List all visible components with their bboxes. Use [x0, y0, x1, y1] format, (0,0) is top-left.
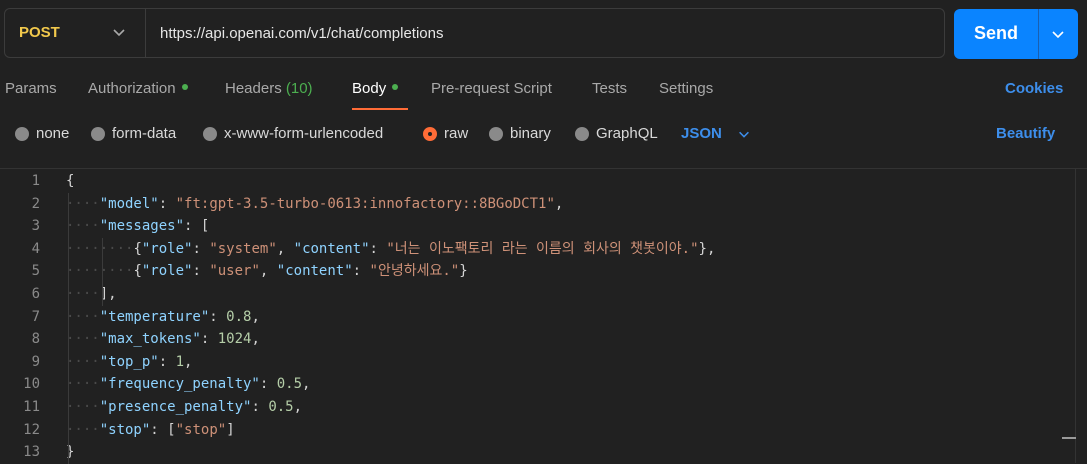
- line-number: 9: [31, 353, 40, 370]
- line-number: 2: [31, 195, 40, 212]
- scroll-marker: [1062, 437, 1076, 439]
- code-text: ····"messages": [: [66, 218, 210, 235]
- request-bar: POST: [4, 8, 945, 58]
- format-select[interactable]: JSON: [681, 125, 722, 142]
- line-number: 8: [31, 331, 40, 348]
- code-line[interactable]: 5 ········{"role": "user", "content": "안녕…: [0, 260, 1060, 282]
- line-number: 11: [23, 399, 40, 415]
- send-button[interactable]: Send: [954, 9, 1078, 59]
- radio-label-graphql[interactable]: GraphQL: [596, 125, 658, 142]
- line-number: 3: [31, 218, 40, 235]
- code-line[interactable]: 1{: [0, 170, 1060, 192]
- code-text: ····"stop": ["stop"]: [66, 421, 235, 438]
- radio-label-form-data[interactable]: form-data: [112, 125, 176, 142]
- code-text: ····"temperature": 0.8,: [66, 308, 260, 325]
- code-line[interactable]: 8 ····"max_tokens": 1024,: [0, 328, 1060, 350]
- cookies-link[interactable]: Cookies: [1005, 80, 1063, 97]
- code-text: {: [66, 173, 75, 189]
- status-dot: [392, 84, 399, 91]
- line-number: 4: [31, 240, 40, 257]
- radio-label-x-www-form-urlencoded[interactable]: x-www-form-urlencoded: [224, 125, 383, 142]
- divider: [145, 9, 146, 57]
- code-text: ········{"role": "user", "content": "안녕하…: [66, 263, 468, 280]
- chevron-down-icon[interactable]: [111, 24, 127, 40]
- radio-none[interactable]: [15, 127, 29, 141]
- radio-binary[interactable]: [489, 127, 503, 141]
- code-line[interactable]: 4 ········{"role": "system", "content": "…: [0, 238, 1060, 260]
- code-line[interactable]: 12 ····"stop": ["stop"]: [0, 419, 1060, 441]
- tab-tests[interactable]: Tests: [592, 80, 627, 97]
- tab-label: Params: [5, 80, 57, 97]
- line-number: 7: [31, 308, 40, 325]
- indent-guide: [101, 237, 103, 306]
- code-line[interactable]: 13}: [0, 441, 1060, 463]
- url-input[interactable]: [160, 22, 920, 44]
- active-tab-indicator: [352, 108, 408, 110]
- method-select[interactable]: POST: [19, 24, 60, 41]
- code-line[interactable]: 6 ····],: [0, 283, 1060, 305]
- code-line[interactable]: 2 ····"model": "ft:gpt-3.5-turbo-0613:inn…: [0, 193, 1060, 215]
- scrollbar[interactable]: [1075, 169, 1087, 463]
- code-line[interactable]: 9 ····"top_p": 1,: [0, 351, 1060, 373]
- code-text: ········{"role": "system", "content": "너…: [66, 240, 716, 257]
- code-line[interactable]: 11 ····"presence_penalty": 0.5,: [0, 396, 1060, 418]
- code-text: ····"frequency_penalty": 0.5,: [66, 376, 311, 393]
- line-number: 1: [31, 173, 40, 189]
- line-number: 5: [31, 263, 40, 280]
- chevron-down-icon[interactable]: [737, 127, 751, 141]
- code-line[interactable]: 3 ····"messages": [: [0, 215, 1060, 237]
- tab-body[interactable]: Body: [352, 80, 399, 97]
- line-number: 10: [23, 376, 40, 393]
- radio-raw[interactable]: [423, 127, 437, 141]
- tab-label: Headers: [225, 80, 282, 97]
- line-number: 13: [23, 444, 40, 461]
- tab-headers[interactable]: Headers (10): [225, 80, 313, 97]
- chevron-down-icon[interactable]: [1050, 26, 1066, 42]
- radio-graphql[interactable]: [575, 127, 589, 141]
- radio-label-raw[interactable]: raw: [444, 125, 468, 142]
- code-text: ····"top_p": 1,: [66, 353, 193, 370]
- divider: [1038, 9, 1039, 59]
- tab-label: Body: [352, 80, 387, 97]
- indent-guide: [68, 192, 69, 464]
- code-editor[interactable]: 1{2 ····"model": "ft:gpt-3.5-turbo-0613:i…: [0, 169, 1087, 464]
- code-text: ····"presence_penalty": 0.5,: [66, 399, 303, 415]
- line-number: 12: [23, 421, 40, 438]
- radio-x-www-form-urlencoded[interactable]: [203, 127, 217, 141]
- code-text: ····],: [66, 286, 117, 302]
- radio-form-data[interactable]: [91, 127, 105, 141]
- tab-params[interactable]: Params: [5, 80, 57, 97]
- code-line[interactable]: 7 ····"temperature": 0.8,: [0, 306, 1060, 328]
- radio-label-binary[interactable]: binary: [510, 125, 551, 142]
- line-number: 6: [31, 286, 40, 302]
- status-dot: [181, 84, 188, 91]
- code-text: ····"max_tokens": 1024,: [66, 331, 260, 348]
- beautify-button[interactable]: Beautify: [996, 125, 1055, 142]
- tab-authorization[interactable]: Authorization: [88, 80, 188, 97]
- send-label: Send: [974, 23, 1019, 43]
- code-line[interactable]: 10 ····"frequency_penalty": 0.5,: [0, 373, 1060, 395]
- tab-pre-request-script[interactable]: Pre-request Script: [431, 80, 552, 97]
- code-text: ····"model": "ft:gpt-3.5-turbo-0613:inno…: [66, 195, 564, 212]
- radio-label-none[interactable]: none: [36, 125, 69, 142]
- tab-label: Pre-request Script: [431, 80, 552, 97]
- tab-label: Settings: [659, 80, 714, 97]
- tab-label: Authorization: [88, 80, 176, 97]
- tab-count: (10): [285, 80, 313, 97]
- tab-settings[interactable]: Settings: [659, 80, 713, 97]
- tab-label: Tests: [592, 80, 628, 97]
